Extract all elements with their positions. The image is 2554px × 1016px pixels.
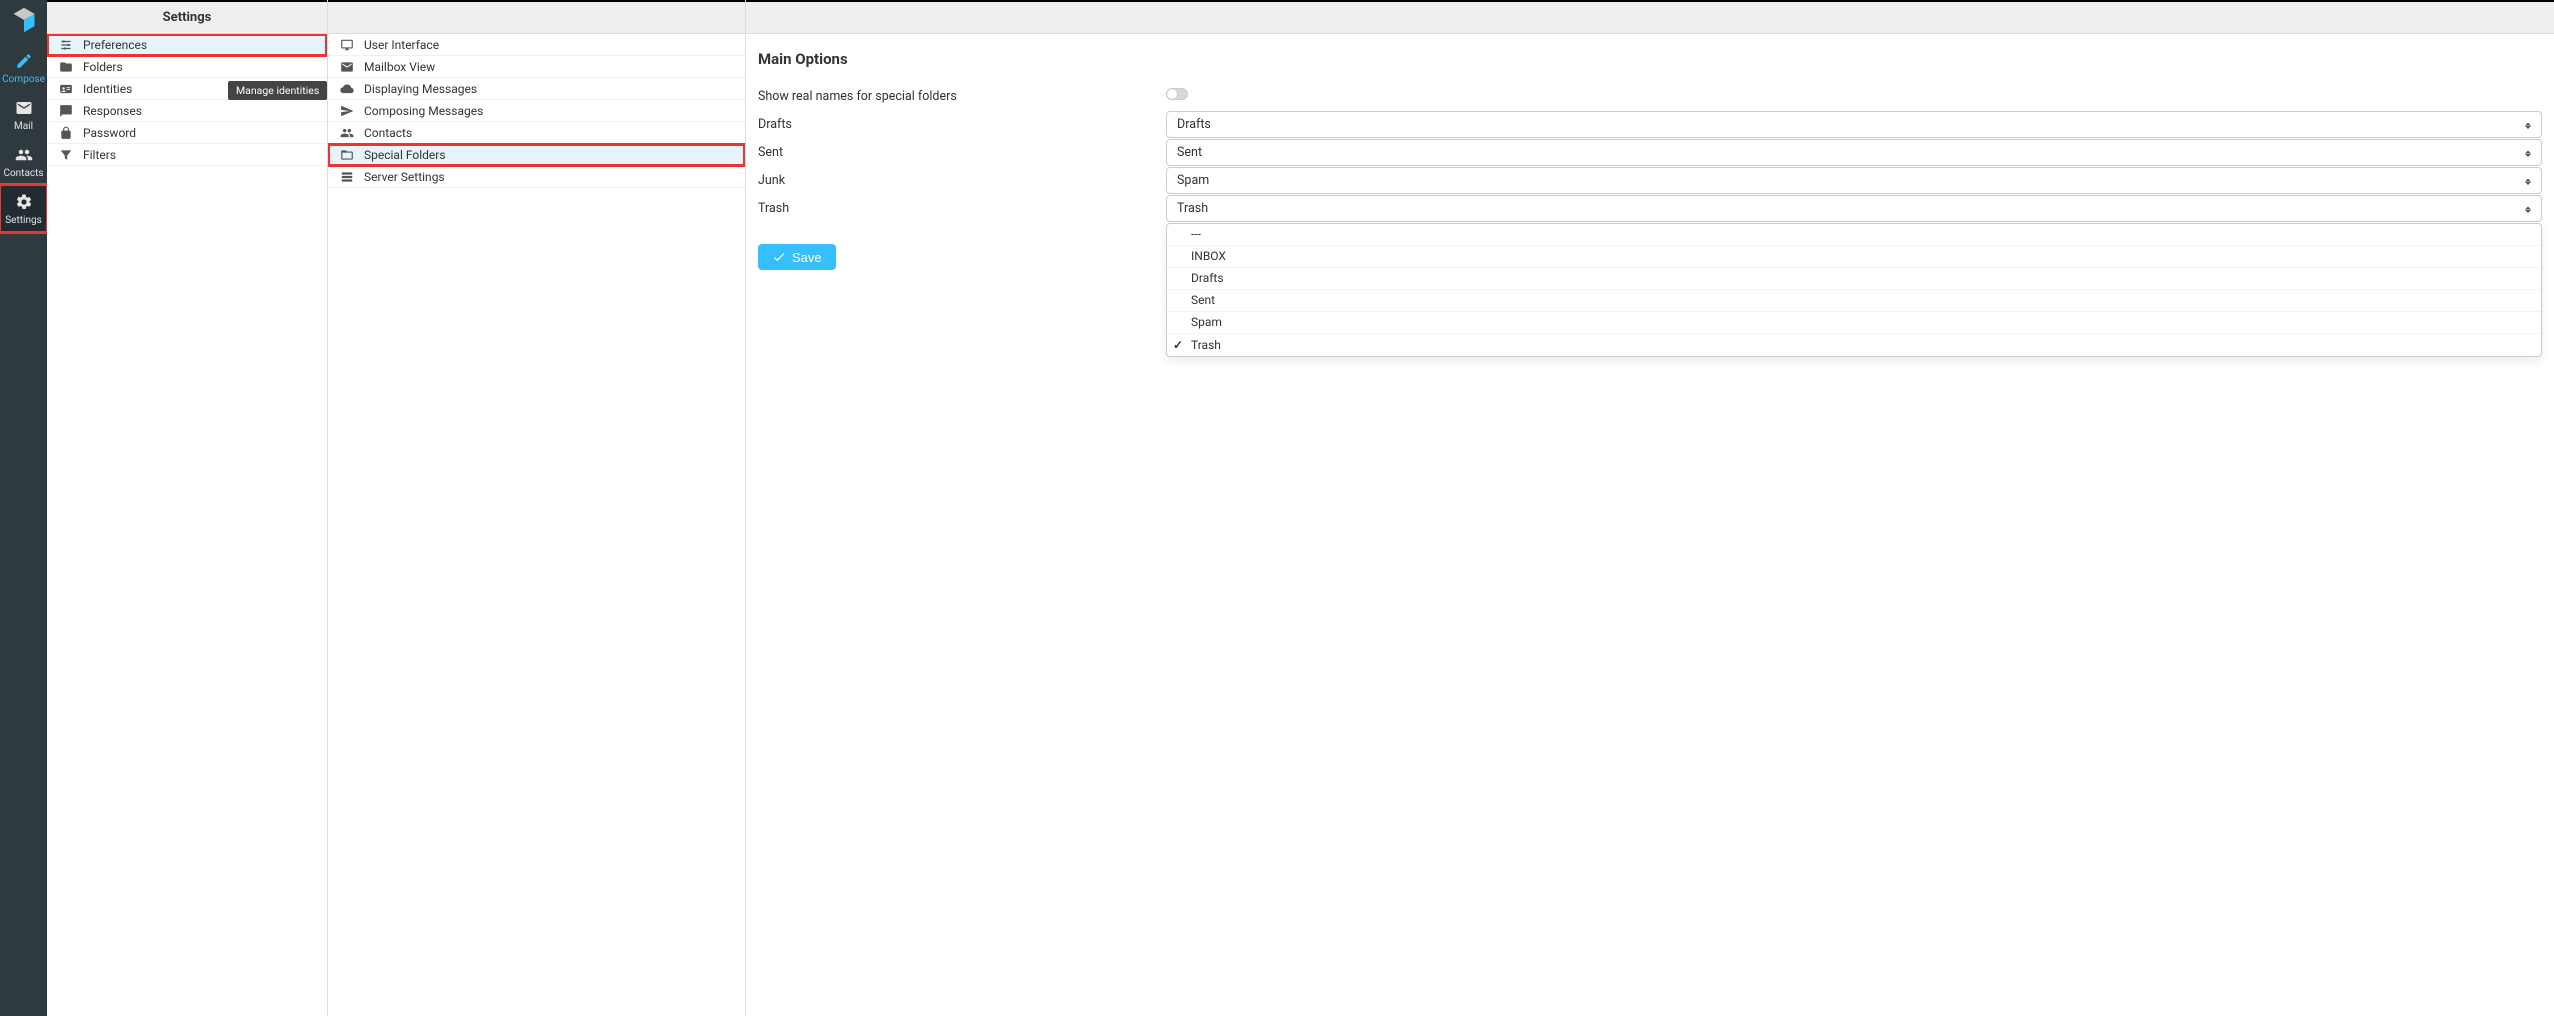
- settings-item-label: Filters: [83, 148, 116, 162]
- filter-icon: [59, 148, 73, 162]
- dropdown-option-trash[interactable]: Trash: [1167, 334, 2541, 356]
- paper-plane-icon: [340, 104, 354, 118]
- prefs-item-label: User Interface: [364, 38, 439, 52]
- tooltip-manage-identities: Manage identities: [228, 81, 327, 100]
- dropdown-option-inbox[interactable]: INBOX: [1167, 246, 2541, 268]
- dropdown-option-sent[interactable]: Sent: [1167, 290, 2541, 312]
- settings-item-label: Preferences: [83, 38, 147, 52]
- prefs-item-displaying-messages[interactable]: Displaying Messages: [328, 78, 745, 100]
- monitor-icon: [340, 38, 354, 52]
- preferences-list: User Interface Mailbox View Displaying M…: [328, 34, 745, 1016]
- folder-open-icon: [340, 148, 354, 162]
- preferences-header: [328, 0, 745, 34]
- dropdown-option-drafts[interactable]: Drafts: [1167, 268, 2541, 290]
- row-sent: Sent Sent: [758, 138, 2542, 166]
- prefs-item-mailbox-view[interactable]: Mailbox View: [328, 56, 745, 78]
- folder-icon: [59, 60, 73, 74]
- row-label: Trash: [758, 201, 1166, 216]
- settings-item-identities[interactable]: Identities Manage identities: [47, 78, 327, 100]
- settings-item-preferences[interactable]: Preferences: [47, 34, 327, 56]
- main-header: [746, 0, 2554, 34]
- taskbar: Compose Mail Contacts Settings: [0, 0, 47, 1016]
- toggle-label: Show real names for special folders: [758, 89, 1166, 104]
- app-logo: [8, 4, 40, 36]
- settings-item-folders[interactable]: Folders: [47, 56, 327, 78]
- lock-icon: [59, 126, 73, 140]
- check-icon: [772, 250, 786, 264]
- prefs-item-label: Contacts: [364, 126, 412, 140]
- prefs-item-label: Server Settings: [364, 170, 445, 184]
- taskbar-settings[interactable]: Settings: [0, 185, 47, 232]
- server-icon: [340, 170, 354, 184]
- sliders-icon: [59, 38, 73, 52]
- settings-header: Settings: [47, 0, 327, 34]
- row-label: Junk: [758, 173, 1166, 188]
- settings-item-label: Password: [83, 126, 136, 140]
- row-junk: Junk Spam: [758, 166, 2542, 194]
- taskbar-compose[interactable]: Compose: [0, 44, 47, 91]
- dropdown-option-none[interactable]: ---: [1167, 224, 2541, 246]
- id-card-icon: [59, 82, 73, 96]
- prefs-item-special-folders[interactable]: Special Folders: [328, 144, 745, 166]
- settings-item-responses[interactable]: Responses: [47, 100, 327, 122]
- preferences-column: User Interface Mailbox View Displaying M…: [328, 0, 746, 1016]
- taskbar-compose-label: Compose: [2, 74, 45, 85]
- row-trash: Trash Trash --- INBOX Drafts Sent Spam T…: [758, 194, 2542, 222]
- dropdown-option-spam[interactable]: Spam: [1167, 312, 2541, 334]
- prefs-item-label: Special Folders: [364, 148, 446, 162]
- prefs-item-user-interface[interactable]: User Interface: [328, 34, 745, 56]
- taskbar-settings-label: Settings: [5, 215, 42, 226]
- save-button-label: Save: [792, 250, 822, 265]
- settings-item-label: Identities: [83, 82, 132, 96]
- settings-column: Settings Preferences Folders Identities …: [47, 0, 328, 1016]
- prefs-item-label: Composing Messages: [364, 104, 483, 118]
- envelope-icon: [340, 60, 354, 74]
- row-label: Sent: [758, 145, 1166, 160]
- main-column: Main Options Show real names for special…: [746, 0, 2554, 1016]
- save-button[interactable]: Save: [758, 244, 836, 270]
- settings-item-password[interactable]: Password: [47, 122, 327, 144]
- row-show-real-names: Show real names for special folders: [758, 82, 2542, 110]
- prefs-item-label: Displaying Messages: [364, 82, 477, 96]
- row-label: Drafts: [758, 117, 1166, 132]
- cloud-down-icon: [340, 82, 354, 96]
- taskbar-mail[interactable]: Mail: [0, 91, 47, 138]
- settings-item-label: Responses: [83, 104, 142, 118]
- dropdown-trash: --- INBOX Drafts Sent Spam Trash: [1166, 223, 2542, 357]
- select-trash[interactable]: Trash: [1166, 195, 2542, 222]
- select-junk[interactable]: Spam: [1166, 167, 2542, 194]
- select-sent[interactable]: Sent: [1166, 139, 2542, 166]
- settings-item-filters[interactable]: Filters: [47, 144, 327, 166]
- row-drafts: Drafts Drafts: [758, 110, 2542, 138]
- prefs-item-composing-messages[interactable]: Composing Messages: [328, 100, 745, 122]
- select-drafts[interactable]: Drafts: [1166, 111, 2542, 138]
- settings-list: Preferences Folders Identities Manage id…: [47, 34, 327, 1016]
- taskbar-contacts-label: Contacts: [3, 168, 43, 179]
- comment-icon: [59, 104, 73, 118]
- main-body: Main Options Show real names for special…: [746, 34, 2554, 1016]
- toggle-show-real-names[interactable]: [1166, 88, 1188, 100]
- prefs-item-server-settings[interactable]: Server Settings: [328, 166, 745, 188]
- users-icon: [340, 126, 354, 140]
- section-title: Main Options: [758, 50, 2542, 68]
- taskbar-mail-label: Mail: [14, 121, 33, 132]
- prefs-item-contacts[interactable]: Contacts: [328, 122, 745, 144]
- settings-item-label: Folders: [83, 60, 123, 74]
- prefs-item-label: Mailbox View: [364, 60, 435, 74]
- taskbar-contacts[interactable]: Contacts: [0, 138, 47, 185]
